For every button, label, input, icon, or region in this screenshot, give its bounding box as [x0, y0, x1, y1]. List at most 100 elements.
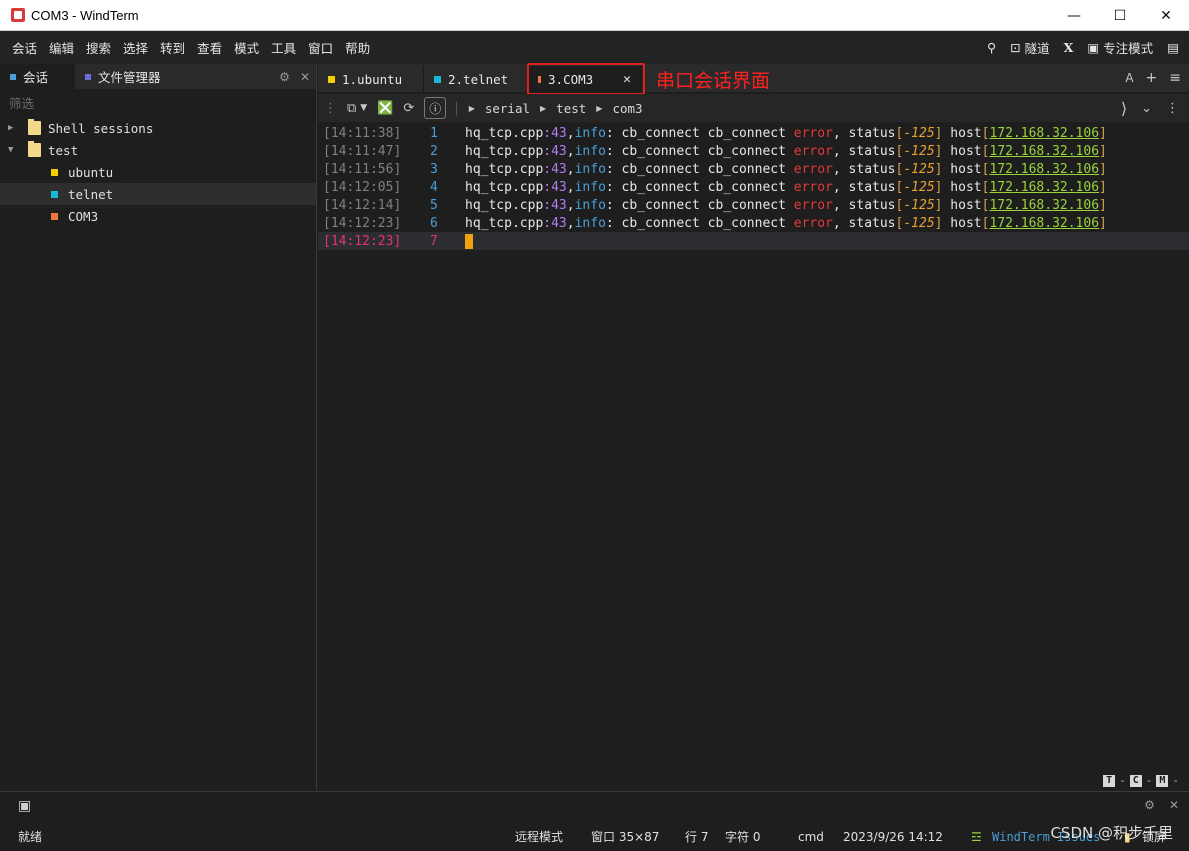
log-status: , status — [832, 197, 896, 213]
log-ip-link[interactable]: 172.168.32.106 — [989, 180, 1099, 195]
log-error: error — [793, 161, 833, 177]
log-lineno: 43 — [551, 125, 567, 141]
menu-bar: 会话 编辑 搜索 选择 转到 查看 模式 工具 窗口 帮助 ⚲ ⊡ 隧道 X ▣ 专… — [0, 31, 1189, 64]
gear-icon[interactable]: ⚙ — [279, 70, 290, 84]
minimize-button[interactable]: — — [1051, 0, 1097, 31]
tab-com3[interactable]: 3.COM3 ✕ — [528, 66, 642, 92]
menu-window[interactable]: 窗口 — [302, 38, 339, 57]
tab-sessions[interactable]: 会话 — [0, 64, 75, 89]
timestamp: [14:12:05] — [323, 179, 402, 195]
mode-t-key[interactable]: T — [1103, 774, 1116, 787]
log-file: hq_tcp.cpp — [465, 161, 544, 177]
menu-help[interactable]: 帮助 — [339, 38, 376, 57]
info-icon[interactable]: ⓘ — [424, 97, 447, 119]
log-level: info — [574, 179, 606, 195]
search-icon[interactable]: ⚲ — [987, 40, 996, 55]
terminal-current-line: [14:12:23] 7 — [318, 232, 1189, 250]
caret-down-icon[interactable]: ▼ — [8, 145, 16, 155]
log-colon: : — [543, 179, 552, 195]
focus-mode-button[interactable]: ▣ 专注模式 — [1087, 38, 1153, 57]
log-host: host — [942, 161, 982, 177]
x-button[interactable]: X — [1064, 40, 1074, 55]
breadcrumb-com3[interactable]: com3 — [612, 101, 642, 116]
gear-icon[interactable]: ⚙ — [1144, 798, 1155, 812]
menu-mode[interactable]: 模式 — [228, 38, 265, 57]
tab-telnet[interactable]: 2.telnet — [424, 66, 528, 92]
tree-item-ubuntu[interactable]: ubuntu — [0, 161, 316, 183]
font-button[interactable]: A — [1125, 71, 1133, 85]
caret-right-icon[interactable]: ▶ — [8, 123, 16, 133]
log-text: hq_tcp.cpp:43,info: cb_connect cb_connec… — [465, 216, 1107, 231]
log-ip-link[interactable]: 172.168.32.106 — [989, 198, 1099, 213]
annotation-label: 串口会话界面 — [656, 70, 771, 92]
status-remote-mode[interactable]: 远程模式 — [515, 828, 563, 845]
breadcrumb-serial[interactable]: serial — [485, 101, 530, 116]
log-bracket: ] — [1099, 125, 1107, 141]
terminal-output[interactable]: [14:11:38] 1 hq_tcp.cpp:43,info: cb_connec… — [318, 124, 1189, 790]
chevron-down-icon[interactable]: ▼ — [360, 103, 367, 113]
panel-icon[interactable]: ▣ — [18, 798, 31, 814]
chevron-right-icon[interactable]: ⟩ — [1121, 99, 1127, 118]
log-ip-link[interactable]: 172.168.32.106 — [989, 144, 1099, 159]
log-ip-link[interactable]: 172.168.32.106 — [989, 216, 1099, 231]
terminal-line: [14:12:23] 6 hq_tcp.cpp:43,info: cb_connec… — [318, 214, 1189, 232]
line-number: 5 — [430, 197, 438, 213]
tree-item-shell-sessions[interactable]: ▶ Shell sessions — [0, 117, 316, 139]
tree-item-telnet[interactable]: telnet — [0, 183, 316, 205]
new-session-icon[interactable]: ⧉ — [347, 101, 356, 116]
maximize-button[interactable]: ☐ — [1097, 0, 1143, 31]
log-status: , status — [832, 179, 896, 195]
log-level: info — [574, 125, 606, 141]
status-window-size: 窗口 35×87 — [591, 830, 660, 844]
log-ip-link[interactable]: 172.168.32.106 — [989, 126, 1099, 141]
mode-c-key[interactable]: C — [1129, 774, 1142, 787]
log-status: , status — [832, 161, 896, 177]
close-window-button[interactable]: ✕ — [1143, 0, 1189, 31]
log-lineno: 43 — [551, 161, 567, 177]
log-code: -125 — [903, 179, 935, 195]
tab-color-marker — [434, 75, 441, 83]
disconnect-icon[interactable]: ❎ — [377, 101, 393, 116]
tab-label: 1.ubuntu — [342, 71, 403, 87]
close-tab-icon[interactable]: ✕ — [623, 72, 631, 87]
timestamp: [14:11:56] — [323, 161, 402, 177]
session-panel: 会话 文件管理器 ⚙ ✕ 筛选 ▶ Shell sessions ▼ test … — [0, 64, 317, 790]
log-host: host — [942, 197, 982, 213]
breadcrumb-arrow-icon: ▶ — [540, 103, 547, 113]
close-panel-icon[interactable]: ✕ — [300, 70, 310, 84]
tree-item-com3[interactable]: COM3 — [0, 205, 316, 227]
status-col: 字符 0 — [725, 830, 761, 844]
tree-item-test[interactable]: ▼ test — [0, 139, 316, 161]
log-message: : cb_connect cb_connect — [605, 161, 794, 177]
tab-ubuntu[interactable]: 1.ubuntu — [318, 66, 424, 92]
more-icon[interactable]: ⋮ — [1166, 101, 1179, 116]
tab-file-manager[interactable]: 文件管理器 — [75, 64, 171, 89]
log-error: error — [793, 125, 833, 141]
menu-goto[interactable]: 转到 — [154, 38, 191, 57]
menu-view[interactable]: 查看 — [191, 38, 228, 57]
menu-select[interactable]: 选择 — [117, 38, 154, 57]
menu-edit[interactable]: 编辑 — [43, 38, 80, 57]
terminal-mode-indicator: T- C- M- — [1103, 774, 1179, 787]
chevron-down-icon[interactable]: ⌄ — [1141, 101, 1152, 116]
new-tab-button[interactable]: + — [1146, 70, 1158, 86]
tunnel-button[interactable]: ⊡ 隧道 — [1010, 38, 1050, 57]
mode-m-key[interactable]: M — [1156, 774, 1169, 787]
log-text: hq_tcp.cpp:43,info: cb_connect cb_connec… — [465, 126, 1107, 141]
layout-icon[interactable]: ▤ — [1167, 40, 1179, 55]
filter-input[interactable]: 筛选 — [0, 89, 316, 117]
log-level: info — [574, 161, 606, 177]
tab-label: 2.telnet — [448, 71, 509, 87]
menu-tools[interactable]: 工具 — [265, 38, 302, 57]
log-bracket: ] — [1099, 197, 1107, 213]
tab-color-marker — [328, 75, 335, 83]
breadcrumb-test[interactable]: test — [556, 101, 586, 116]
tab-menu-button[interactable]: ≡ — [1169, 70, 1181, 86]
menu-session[interactable]: 会话 — [0, 38, 43, 57]
log-comma: , — [566, 125, 575, 141]
close-panel-icon[interactable]: ✕ — [1169, 798, 1179, 812]
log-ip-link[interactable]: 172.168.32.106 — [989, 162, 1099, 177]
menu-search[interactable]: 搜索 — [80, 38, 117, 57]
reconnect-icon[interactable]: ⟳ — [403, 101, 414, 116]
status-shell[interactable]: cmd — [798, 830, 824, 844]
